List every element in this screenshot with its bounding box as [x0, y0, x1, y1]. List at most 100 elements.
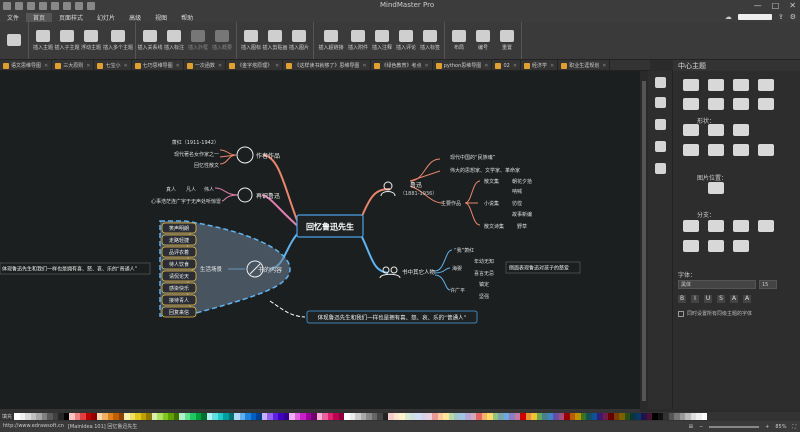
layout-timeline-icon[interactable] [708, 98, 724, 110]
subtopic[interactable]: 喜言无忌 [474, 270, 494, 277]
topic-life[interactable]: 生活场景 [200, 265, 223, 273]
border-color-icon[interactable] [683, 144, 699, 156]
topic-content[interactable]: 书的内容 [258, 266, 282, 274]
insert-tag-button[interactable]: 插入标签 [418, 23, 442, 59]
menu-page-style[interactable]: 页面样式 [52, 13, 90, 22]
insert-boundary-button[interactable]: 插入外框 [186, 23, 210, 59]
theme-icon[interactable] [655, 97, 666, 108]
layout-fishbone-icon[interactable] [683, 98, 699, 110]
zoom-slider[interactable] [709, 425, 760, 428]
vertical-scrollbar[interactable] [640, 71, 648, 409]
doc-tab[interactable]: 《绿色教育》考点 ✕ [371, 60, 433, 70]
color-swatch[interactable] [701, 413, 707, 420]
topic-haiying[interactable]: 海婴 [452, 265, 462, 272]
tab-close-icon[interactable]: ✕ [44, 63, 48, 69]
tab-close-icon[interactable]: ✕ [362, 63, 366, 69]
subtopic[interactable]: 凡人 [186, 187, 196, 193]
doc-tab[interactable]: 《这样读书就够了》思维导图 ✕ [283, 60, 371, 70]
zoom-in-icon[interactable]: + [765, 424, 769, 430]
shape-rect-icon[interactable] [733, 124, 749, 136]
doc-tab[interactable]: 经济学 ✕ [521, 60, 559, 70]
topic-poem[interactable]: 散文诗集 [484, 223, 504, 230]
doc-tab[interactable]: 语文思维导图 ✕ [0, 60, 53, 70]
tab-close-icon[interactable]: ✕ [602, 63, 606, 69]
branch-arrow-icon[interactable] [733, 240, 749, 252]
topic-recognize[interactable]: 再识鲁迅 [256, 192, 280, 200]
insert-clipart-button[interactable]: 插入剪贴画 [263, 23, 288, 59]
clipart-icon[interactable] [655, 119, 666, 130]
subtopic[interactable]: 伟大的思想家、文学家、革命家 [450, 167, 520, 174]
insert-icon-button[interactable]: 插入图标 [239, 23, 263, 59]
subtopic[interactable]: 回忆性散文 [194, 162, 219, 169]
insert-attachment-button[interactable]: 插入附件 [346, 23, 370, 59]
subtopic[interactable]: 年幼无知 [474, 258, 494, 265]
insert-image-button[interactable]: 插入图片 [287, 23, 311, 59]
tab-close-icon[interactable]: ✕ [513, 63, 517, 69]
topic-works[interactable]: 作者作品 [256, 152, 280, 160]
share-icon[interactable]: ⇪ [778, 13, 784, 21]
scroll-thumb[interactable] [642, 81, 646, 401]
layout-sector-icon[interactable] [758, 98, 774, 110]
fullscreen-icon[interactable]: ⛶ [792, 424, 796, 430]
subtopic[interactable]: 彷徨 [512, 200, 522, 207]
highlight-button[interactable]: A [743, 295, 751, 303]
tab-close-icon[interactable]: ✕ [425, 63, 429, 69]
strikethrough-button[interactable]: S [717, 295, 725, 303]
border-style-icon[interactable] [708, 144, 724, 156]
font-select[interactable]: 黑体 [678, 280, 756, 289]
export-icon[interactable] [87, 2, 95, 10]
layout-button[interactable]: 布局 [447, 23, 471, 59]
floating-topic-button[interactable]: 浮动主题 [79, 23, 103, 59]
numbering-button[interactable]: 编号 [471, 23, 495, 59]
subtopic[interactable]: 伟人 [204, 186, 214, 193]
menu-home[interactable]: 首页 [26, 12, 53, 22]
doc-tab[interactable]: 02 ✕ [492, 60, 522, 70]
undo-icon[interactable] [15, 2, 23, 10]
doc-tab[interactable]: 七宝小 ✕ [94, 60, 132, 70]
tab-close-icon[interactable]: ✕ [123, 63, 127, 69]
insert-summary-button[interactable]: 插入概要 [210, 23, 234, 59]
insert-comment-button[interactable]: 插入评论 [394, 23, 418, 59]
subtopic[interactable]: “我”萧红 [454, 247, 474, 254]
italic-button[interactable]: I [691, 295, 699, 303]
menu-view[interactable]: 视图 [148, 13, 174, 22]
subtopic[interactable]: 镇定 [479, 281, 489, 288]
menu-slides[interactable]: 幻灯片 [90, 13, 122, 22]
insert-topic-button[interactable]: 插入主题 [31, 23, 55, 59]
outline-icon[interactable] [655, 141, 666, 152]
shape-diamond-icon[interactable] [708, 124, 724, 136]
new-file-icon[interactable] [39, 2, 47, 10]
layout-tree-icon[interactable] [708, 79, 724, 91]
border-weight-icon[interactable] [733, 144, 749, 156]
layout-map-icon[interactable] [683, 79, 699, 91]
maximize-button[interactable]: □ [772, 1, 780, 10]
tab-close-icon[interactable]: ✕ [218, 63, 222, 69]
menu-help[interactable]: 帮助 [174, 13, 200, 22]
branch-color-icon[interactable] [683, 240, 699, 252]
minimize-button[interactable]: — [754, 1, 762, 10]
branch-style-icon[interactable] [708, 220, 724, 232]
user-account[interactable] [737, 14, 772, 20]
font-size-select[interactable]: 15 [759, 280, 777, 289]
mindmap-canvas[interactable]: 回忆鲁迅先生 作者作品 萧红（1911-1942） 现代著名女作家之一 回忆性散… [0, 71, 640, 409]
subtopic[interactable]: 真人 [166, 186, 176, 193]
tab-close-icon[interactable]: ✕ [86, 63, 90, 69]
cloud-icon[interactable]: ☁ [725, 13, 732, 21]
close-button[interactable]: ✕ [789, 1, 796, 10]
save-icon[interactable] [63, 2, 71, 10]
insert-note-button[interactable]: 插入注释 [370, 23, 394, 59]
insert-subtopic-button[interactable]: 插入子主题 [55, 23, 80, 59]
menu-advanced[interactable]: 高级 [122, 13, 148, 22]
format-brush-icon[interactable] [655, 77, 666, 88]
topic-other[interactable]: 书中其它人物 [402, 268, 436, 276]
doc-tab[interactable]: 职业生涯规划 ✕ [558, 60, 611, 70]
layout-org-icon[interactable] [758, 79, 774, 91]
subtopic[interactable]: 萧红（1911-1942） [172, 139, 219, 146]
bold-button[interactable]: B [678, 295, 686, 303]
topic-novel[interactable]: 小说集 [484, 200, 499, 207]
doc-tab[interactable]: python思维导图 ✕ [433, 60, 493, 70]
subtopic[interactable]: 野草 [517, 223, 527, 230]
image-position-icon[interactable] [708, 182, 724, 194]
subtopic[interactable]: 故事新编 [512, 211, 532, 218]
corner-icon[interactable] [758, 144, 774, 156]
